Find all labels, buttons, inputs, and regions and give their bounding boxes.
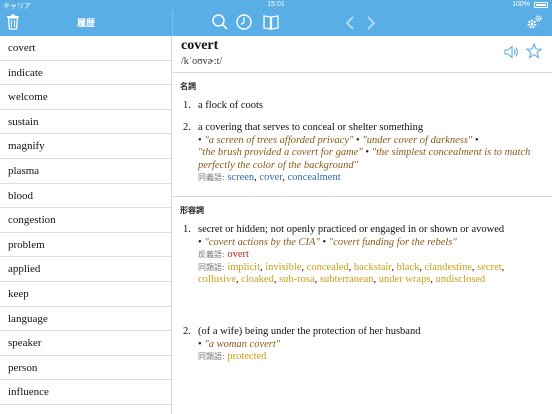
star-icon[interactable] [526,43,542,59]
speaker-icon[interactable] [504,45,520,59]
synonym-link[interactable]: screen [227,172,254,183]
history-toolbar: 履歴 [0,10,172,36]
related-link[interactable]: backstair [354,262,391,273]
antonym-label: 反義語: [198,250,225,259]
list-item[interactable]: influence [0,380,171,405]
clock: 15:01 [267,1,285,8]
related-words: 同類語: implicit, invisible, concealed, bac… [198,261,505,286]
list-item[interactable]: problem [0,233,171,258]
sense-definition: (of a wife) being under the protection o… [198,326,421,337]
related-link[interactable]: sub-rosa [279,274,315,285]
back-icon[interactable] [345,16,355,30]
sense-definition: a flock of coots [198,100,264,111]
pos-adjective-label: 形容詞 [180,206,204,215]
related-link[interactable]: collusive [198,274,236,285]
headword: covert [181,38,219,53]
sense-number: 2. [183,326,191,337]
related-link[interactable]: implicit [227,262,260,273]
list-item[interactable]: sustain [0,110,171,135]
list-item[interactable]: plasma [0,159,171,184]
sense-number: 1. [183,100,191,111]
divider [173,72,552,73]
list-item[interactable]: applied [0,257,171,282]
related-link[interactable]: cloaked [241,274,274,285]
example: "covert actions by the CIA" [204,236,320,248]
battery-percent: 100% [512,1,530,8]
book-icon[interactable] [262,13,280,31]
related-link[interactable]: concealed [307,262,349,273]
search-icon[interactable] [211,13,229,31]
example: "a screen of trees afforded privacy" [204,134,354,146]
settings-icon[interactable] [525,14,543,32]
list-item[interactable]: welcome [0,85,171,110]
sense-definition: secret or hidden; not openly practiced o… [198,224,505,235]
list-item[interactable]: person [0,356,171,381]
forward-icon[interactable] [366,16,376,30]
synonym-link[interactable]: concealment [288,172,341,183]
sense-number: 2. [183,122,191,133]
history-icon[interactable] [235,13,253,31]
related-link[interactable]: black [397,262,420,273]
example: "covert funding for the rebels" [328,236,457,248]
list-item[interactable]: blood [0,184,171,209]
list-item[interactable]: congestion [0,208,171,233]
antonym-link[interactable]: overt [227,249,249,260]
top-bar: キャリア 15:01 100% 履歴 [0,0,552,36]
list-item[interactable]: speaker [0,331,171,356]
history-title: 履歴 [76,19,95,29]
related-label: 同類語: [198,352,225,361]
pronunciation: /kˈoʊvɚ:t/ [181,56,223,67]
sense-definition: a covering that serves to conceal or she… [198,122,424,133]
list-item[interactable]: indicate [0,61,171,86]
synonym-label: 同義語: [198,173,225,182]
pos-noun-label: 名詞 [180,82,196,91]
history-list: covert indicate welcome sustain magnify … [0,36,172,414]
related-link[interactable]: under wraps [379,274,431,285]
list-item[interactable]: language [0,307,171,332]
entry-panel: covert /kˈoʊvɚ:t/ 名詞 1. a flock of coots… [173,36,552,414]
synonym-link[interactable]: cover [259,172,282,183]
related-link[interactable]: secret [477,262,501,273]
sense-number: 1. [183,224,191,235]
list-item[interactable]: magnify [0,134,171,159]
list-item[interactable]: covert [0,36,171,61]
example: "a woman covert" [204,338,281,350]
related-link[interactable]: subterranean [320,274,374,285]
related-link[interactable]: invisible [265,262,301,273]
battery-icon [534,2,548,8]
related-label: 同類語: [198,262,225,272]
example: "under cover of darkness" [362,134,473,146]
example: "the brush provided a covert for game" [198,147,363,158]
related-link[interactable]: clandestine [425,262,472,273]
list-item[interactable]: keep [0,282,171,307]
status-bar: キャリア 15:01 100% [0,0,552,10]
related-link[interactable]: protected [227,351,266,362]
divider [173,196,552,197]
main-toolbar [173,10,552,36]
related-link[interactable]: undisclosed [436,274,486,285]
